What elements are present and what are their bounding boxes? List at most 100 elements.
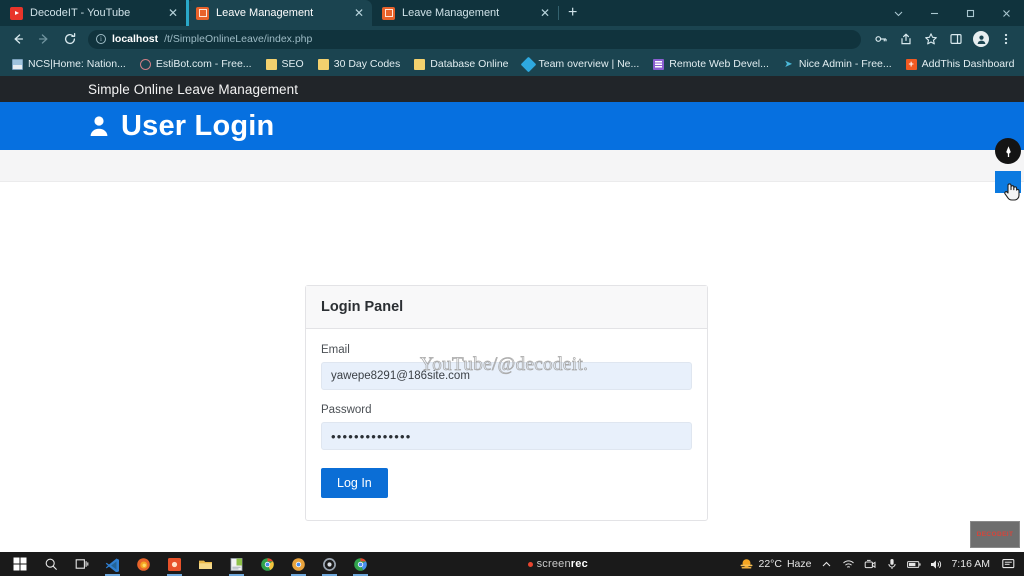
folder-icon [414,59,425,70]
tab-close-icon[interactable]: ✕ [166,7,180,19]
forward-arrow-icon[interactable] [32,28,56,50]
bookmark-remote-web-dev[interactable]: Remote Web Devel... [646,54,776,74]
bookmark-30-day-codes[interactable]: 30 Day Codes [311,54,408,74]
sun-haze-icon [739,558,753,570]
notepad-icon[interactable] [221,552,252,576]
bookmark-addthis-dashboard[interactable]: + AddThis Dashboard [899,54,1022,74]
tab-leave-management-2[interactable]: Leave Management ✕ [372,0,558,26]
new-tab-button[interactable]: + [559,0,586,26]
password-field[interactable]: •••••••••••••• [321,422,692,450]
tab-leave-management-active[interactable]: Leave Management ✕ [186,0,372,26]
window-controls [880,0,1024,26]
site-title: Simple Online Leave Management [88,82,298,97]
share-icon[interactable] [894,28,918,50]
diamond-icon [520,56,536,72]
folder-icon [266,59,277,70]
grid-icon [653,59,664,70]
tab-title: Leave Management [402,7,531,19]
search-icon[interactable] [35,552,66,576]
battery-icon[interactable] [907,557,921,571]
vs-code-icon[interactable] [97,552,128,576]
nice-admin-icon: ➤ [783,59,794,70]
youtube-icon [10,7,23,20]
camera-icon[interactable] [863,557,877,571]
bookmark-nice-admin[interactable]: ➤ Nice Admin - Free... [776,54,899,74]
tab-close-icon[interactable]: ✕ [538,7,552,19]
maximize-icon[interactable] [952,0,988,26]
taskbar-system-tray: 22°C Haze 7:16 AM [739,552,1024,576]
screenrec-label-part1: screen [537,558,571,570]
tab-title: Leave Management [216,7,345,19]
close-icon[interactable] [988,0,1024,26]
site-title-bar: Simple Online Leave Management [0,76,1024,102]
info-icon[interactable]: i [96,34,106,44]
taskbar-clock[interactable]: 7:16 AM [951,558,990,570]
bookmarks-bar: NCS|Home: Nation... EstiBot.com - Free..… [0,52,1024,76]
chrome-beta-icon[interactable] [345,552,376,576]
firefox-icon[interactable] [128,552,159,576]
email-field[interactable]: yawepe8291@186site.com [321,362,692,390]
tab-decodeit-youtube[interactable]: DecodeIT - YouTube ✕ [0,0,186,26]
pen-nib-badge-icon[interactable] [995,138,1021,164]
hand-cursor-icon [1003,180,1020,206]
field-gap [321,390,692,404]
bookmark-label: Database Online [430,58,508,70]
settings-icon[interactable] [314,552,345,576]
chrome-icon[interactable] [252,552,283,576]
log-in-button[interactable]: Log In [321,468,388,498]
windows-start-icon[interactable] [4,552,35,576]
task-view-icon[interactable] [66,552,97,576]
wifi-icon[interactable] [841,557,855,571]
omnibox-path: /t/SimpleOnlineLeave/index.php [164,33,312,45]
plus-icon: + [906,59,917,70]
reload-icon[interactable] [58,28,82,50]
address-bar[interactable]: i localhost/t/SimpleOnlineLeave/index.ph… [88,30,861,49]
xampp-icon[interactable] [159,552,190,576]
user-icon [88,113,110,139]
three-dot-menu-icon[interactable] [994,28,1018,50]
chevron-down-icon[interactable] [880,0,916,26]
tab-close-icon[interactable]: ✕ [352,7,366,19]
show-hidden-icons-chevron[interactable] [819,557,833,571]
weather-widget[interactable]: 22°C Haze [739,558,811,570]
bookmark-label: 30 Day Codes [334,58,401,70]
password-key-icon[interactable] [869,28,893,50]
microphone-icon[interactable] [885,557,899,571]
profile-avatar-icon[interactable] [969,28,993,50]
webcam-overlay: DECODEIT [970,521,1020,548]
tab-strip: DecodeIT - YouTube ✕ Leave Management ✕ … [0,0,1024,26]
weather-condition: Haze [787,558,812,570]
password-label: Password [321,404,692,416]
bookmark-database-online[interactable]: Database Online [407,54,515,74]
minimize-icon[interactable] [916,0,952,26]
bookmark-label: AddThis Dashboard [922,58,1015,70]
bookmark-label: EstiBot.com - Free... [156,58,252,70]
file-explorer-icon[interactable] [190,552,221,576]
toolbar-icon-group [869,28,1018,50]
side-panel-icon[interactable] [944,28,968,50]
taskbar-pinned-apps [0,552,376,576]
bookmark-label: Nice Admin - Free... [799,58,892,70]
bookmark-estibot[interactable]: EstiBot.com - Free... [133,54,259,74]
back-arrow-icon[interactable] [6,28,30,50]
screenrec-indicator: screenrec [376,558,739,570]
leave-management-icon [196,7,209,20]
login-panel-heading: Login Panel [306,286,707,329]
recording-dot-icon [528,562,533,567]
content-spacer-band [0,150,1024,182]
screenrec-label: screenrec [528,558,588,570]
login-panel: Login Panel Email yawepe8291@186site.com… [305,285,708,521]
bookmark-seo[interactable]: SEO [259,54,311,74]
windows-taskbar: screenrec 22°C Haze 7:16 AM [0,552,1024,576]
bookmark-team-overview[interactable]: Team overview | Ne... [516,54,647,74]
chrome-canary-icon[interactable] [283,552,314,576]
bookmark-ncs-home[interactable]: NCS|Home: Nation... [5,54,133,74]
leave-management-icon [382,7,395,20]
bookmark-star-icon[interactable] [919,28,943,50]
notification-icon[interactable] [998,552,1018,576]
login-panel-body: Email yawepe8291@186site.com Password ••… [306,329,707,520]
weather-temperature: 22°C [758,558,781,570]
email-label: Email [321,344,692,356]
bookmark-label: SEO [282,58,304,70]
volume-icon[interactable] [929,557,943,571]
